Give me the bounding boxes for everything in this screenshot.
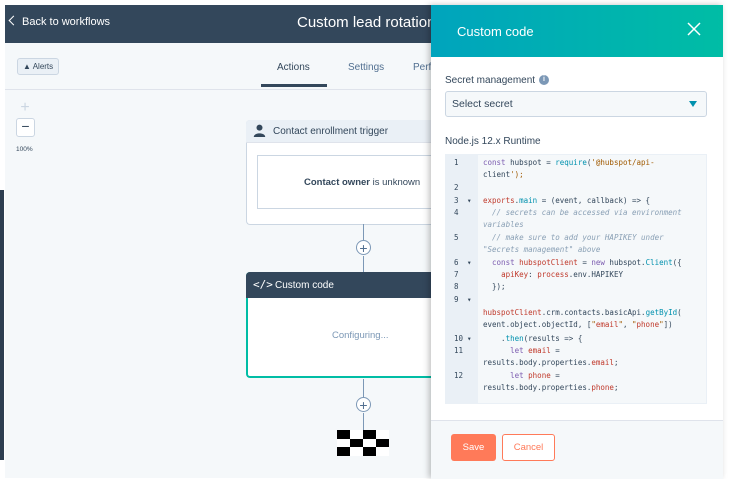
- window-edge: [0, 190, 4, 460]
- code-line: const hubspot = require('@hubspot/api-: [483, 158, 655, 167]
- chevron-left-icon: [8, 15, 19, 26]
- info-icon[interactable]: i: [539, 75, 549, 85]
- code-icon: </>: [253, 278, 273, 291]
- close-icon[interactable]: [687, 22, 701, 36]
- line-number: 4: [454, 208, 459, 217]
- code-line: event.object.objectId, ["email", "phone"…: [483, 320, 673, 329]
- add-action-button[interactable]: +: [356, 397, 371, 412]
- zoom-out-button[interactable]: −: [16, 118, 35, 137]
- line-number: 12: [454, 371, 464, 380]
- condition-property: Contact owner: [304, 177, 370, 188]
- connector-line: [363, 379, 364, 397]
- code-line: exports.main = (event, callback) => {: [483, 196, 651, 205]
- code-line: });: [483, 282, 506, 291]
- action-status: Configuring...: [332, 330, 389, 341]
- trigger-condition: Contact owner is unknown: [304, 177, 420, 188]
- code-line: .then(results => {: [483, 334, 583, 343]
- code-line: // make sure to add your HAPIKEY under: [483, 233, 664, 242]
- back-label: Back to workflows: [22, 16, 111, 28]
- line-number: 10: [454, 334, 464, 343]
- zoom-in-button[interactable]: +: [17, 100, 33, 116]
- condition-operator: is unknown: [372, 177, 421, 188]
- save-button[interactable]: Save: [451, 434, 496, 461]
- trigger-title: Contact enrollment trigger: [273, 126, 389, 137]
- code-line: apiKey: process.env.HAPIKEY: [501, 270, 623, 279]
- panel-title: Custom code: [457, 24, 534, 39]
- line-number: 5: [454, 233, 459, 242]
- back-to-workflows-link[interactable]: Back to workflows: [8, 15, 111, 28]
- fold-toggle-icon[interactable]: ▾: [467, 295, 472, 304]
- workflow-title[interactable]: Custom lead rotation: [297, 14, 435, 31]
- connector-line: [363, 224, 364, 240]
- cancel-button[interactable]: Cancel: [502, 434, 555, 461]
- warning-icon: ▲: [23, 62, 31, 71]
- tab-settings[interactable]: Settings: [348, 62, 384, 73]
- tab-performance[interactable]: Perf: [413, 62, 431, 73]
- alerts-button[interactable]: ▲ Alerts: [17, 58, 60, 75]
- line-number: 6: [454, 258, 459, 267]
- code-line: hubspotClient.crm.contacts.basicApi.getB…: [483, 308, 682, 317]
- code-line: let phone =: [510, 371, 560, 380]
- code-line: "Secrets management" above: [483, 245, 601, 254]
- workflow-end-flag-icon: [337, 430, 389, 456]
- zoom-level: 100%: [16, 146, 33, 153]
- code-line: let email =: [510, 346, 560, 355]
- fold-toggle-icon[interactable]: ▾: [467, 196, 472, 205]
- connector-line: [363, 256, 364, 272]
- line-number: 1: [454, 158, 459, 167]
- code-line: const hubspotClient = new hubspot.Client…: [492, 258, 682, 267]
- runtime-label: Node.js 12.x Runtime: [445, 136, 541, 147]
- contact-icon: [253, 124, 266, 137]
- select-secret-value: Select secret: [452, 98, 513, 110]
- alerts-label: Alerts: [32, 62, 54, 71]
- line-number: 2: [454, 183, 459, 192]
- line-number: 7: [454, 270, 459, 279]
- code-line: client');: [483, 170, 524, 179]
- secret-management-label: Secret management: [445, 75, 536, 86]
- fold-toggle-icon[interactable]: ▾: [467, 258, 472, 267]
- custom-code-card-header: [246, 272, 432, 298]
- code-editor-gutter: [445, 154, 478, 404]
- line-number: 11: [454, 346, 464, 355]
- line-number: 8: [454, 282, 459, 291]
- fold-toggle-icon[interactable]: ▾: [467, 334, 472, 343]
- code-line: results.body.properties.phone;: [483, 383, 619, 392]
- add-action-button[interactable]: +: [356, 240, 371, 255]
- active-tab-indicator: [261, 84, 327, 87]
- line-number: 9: [454, 295, 459, 304]
- connector-line: [363, 413, 364, 430]
- code-line: results.body.properties.email;: [483, 358, 619, 367]
- custom-code-card-title: Custom code: [275, 280, 334, 291]
- code-line: variables: [483, 220, 524, 229]
- caret-down-icon: [689, 101, 697, 107]
- line-number: 3: [454, 196, 459, 205]
- code-line: // secrets can be accessed via environme…: [483, 208, 682, 217]
- tab-actions[interactable]: Actions: [277, 62, 310, 73]
